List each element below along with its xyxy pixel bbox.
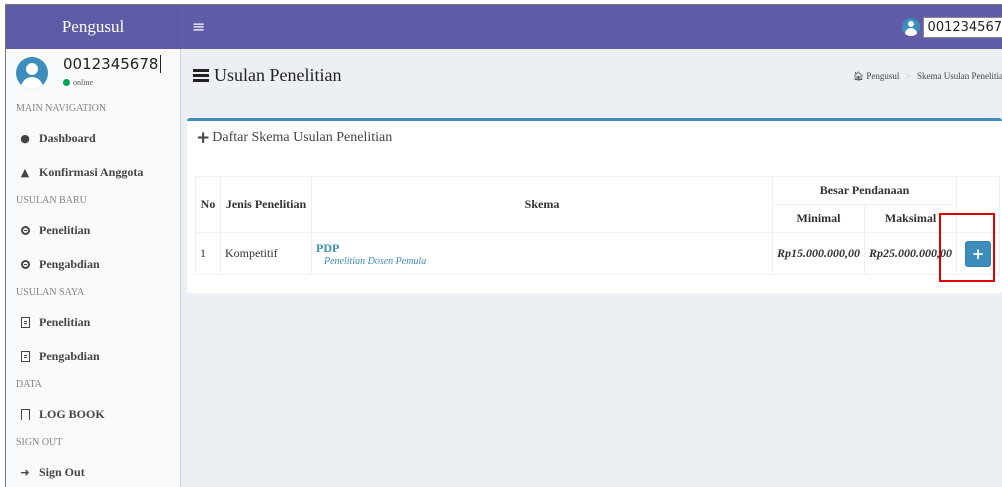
skema-code-link[interactable]: PDP (316, 241, 768, 256)
breadcrumb-item-current: Skema Usulan Penelitia (917, 71, 1002, 81)
sidebar-item-label: Konfirmasi Anggota (39, 164, 144, 179)
sidebar-item-dashboard[interactable]: ● Dashboard (6, 121, 180, 155)
status-label: online (73, 78, 93, 87)
header-minimal: Minimal (771, 204, 866, 233)
section-header-data: DATA (16, 379, 42, 390)
sidebar-item-label: LOG BOOK (39, 406, 105, 421)
breadcrumb-separator: > (905, 71, 911, 81)
list-icon (193, 69, 209, 82)
page-title: Usulan Penelitian (193, 65, 341, 86)
sidebar-item-log-book[interactable]: LOG BOOK (6, 397, 180, 431)
circle-icon (20, 259, 30, 269)
online-status: online (63, 78, 93, 87)
table-row: 1 Kompetitif PDP Penelitian Dosen Pemula… (195, 232, 1001, 275)
sidebar-item-penelitian-saya[interactable]: Penelitian (6, 305, 180, 339)
page-title-text: Usulan Penelitian (214, 65, 342, 85)
skema-name: Penelitian Dosen Pemula (324, 255, 427, 267)
sidebar-item-penelitian-baru[interactable]: Penelitian (6, 213, 180, 247)
user-avatar-icon (901, 18, 920, 36)
skema-table: No Jenis Penelitian Skema Besar Pendanaa… (195, 176, 1001, 275)
user-panel: 0012345678 online (6, 49, 180, 97)
breadcrumb: 🏠︎ Pengusul > Skema Usulan Penelitia (853, 71, 1002, 82)
box-title: + Daftar Skema Usulan Penelitian (196, 128, 393, 148)
sidebar-item-label: Pengabdian (39, 348, 100, 363)
warning-icon: ▲ (20, 165, 30, 179)
header-no: No (195, 176, 221, 233)
sidebar-item-pengabdian-baru[interactable]: Pengabdian (6, 247, 180, 281)
section-header-main-navigation: MAIN NAVIGATION (16, 103, 107, 114)
sidebar-item-sign-out[interactable]: ➜ Sign Out (6, 455, 180, 487)
bookmark-icon (20, 408, 30, 420)
breadcrumb-item-pengusul[interactable]: Pengusul (866, 71, 899, 81)
sidebar-item-label: Dashboard (39, 130, 96, 145)
plus-icon: + (196, 128, 211, 148)
cell-skema: PDP Penelitian Dosen Pemula (311, 232, 773, 275)
home-icon: 🏠︎ (852, 71, 865, 81)
skema-box: + Daftar Skema Usulan Penelitian No Jeni… (187, 118, 1002, 293)
cell-jenis: Kompetitif (220, 232, 312, 275)
online-dot-icon (63, 79, 70, 86)
section-header-usulan-baru: USULAN BARU (16, 195, 87, 206)
section-header-sign-out: SIGN OUT (16, 437, 63, 448)
section-header-usulan-saya: USULAN SAYA (16, 287, 85, 298)
sidebar-item-label: Penelitian (39, 222, 91, 237)
username: 0012345678 (63, 55, 162, 73)
sidebar-item-konfirmasi-anggota[interactable]: ▲ Konfirmasi Anggota (6, 155, 180, 189)
highlight-box (939, 213, 995, 282)
header-skema: Skema (311, 176, 773, 233)
box-title-text: Daftar Skema Usulan Penelitian (212, 130, 393, 145)
user-id: 001234567 (922, 16, 1002, 38)
cell-minimal: Rp15.000.000,00 (771, 232, 866, 275)
sidebar-item-label: Pengabdian (39, 256, 100, 271)
dashboard-icon: ● (20, 131, 30, 145)
document-icon (20, 316, 30, 328)
avatar (16, 57, 48, 89)
content-header: Usulan Penelitian 🏠︎ Pengusul > Skema Us… (181, 49, 1002, 99)
sidebar-item-pengabdian-saya[interactable]: Pengabdian (6, 339, 180, 373)
sidebar-item-label: Penelitian (39, 314, 91, 329)
circle-icon (20, 225, 30, 235)
sidebar-item-label: Sign Out (39, 464, 85, 479)
header-pendanaan: Besar Pendanaan (771, 176, 958, 205)
app-logo[interactable]: Pengusul (6, 5, 180, 49)
cell-no: 1 (195, 232, 221, 275)
top-navbar: ≡ 001234567 (180, 5, 1002, 49)
sidebar: 0012345678 online MAIN NAVIGATION ● Dash… (6, 49, 181, 487)
sign-out-icon: ➜ (20, 465, 30, 479)
user-menu[interactable]: 001234567 (901, 16, 1002, 38)
hamburger-icon[interactable]: ≡ (192, 17, 205, 36)
document-icon (20, 350, 30, 362)
header-jenis: Jenis Penelitian (220, 176, 312, 233)
